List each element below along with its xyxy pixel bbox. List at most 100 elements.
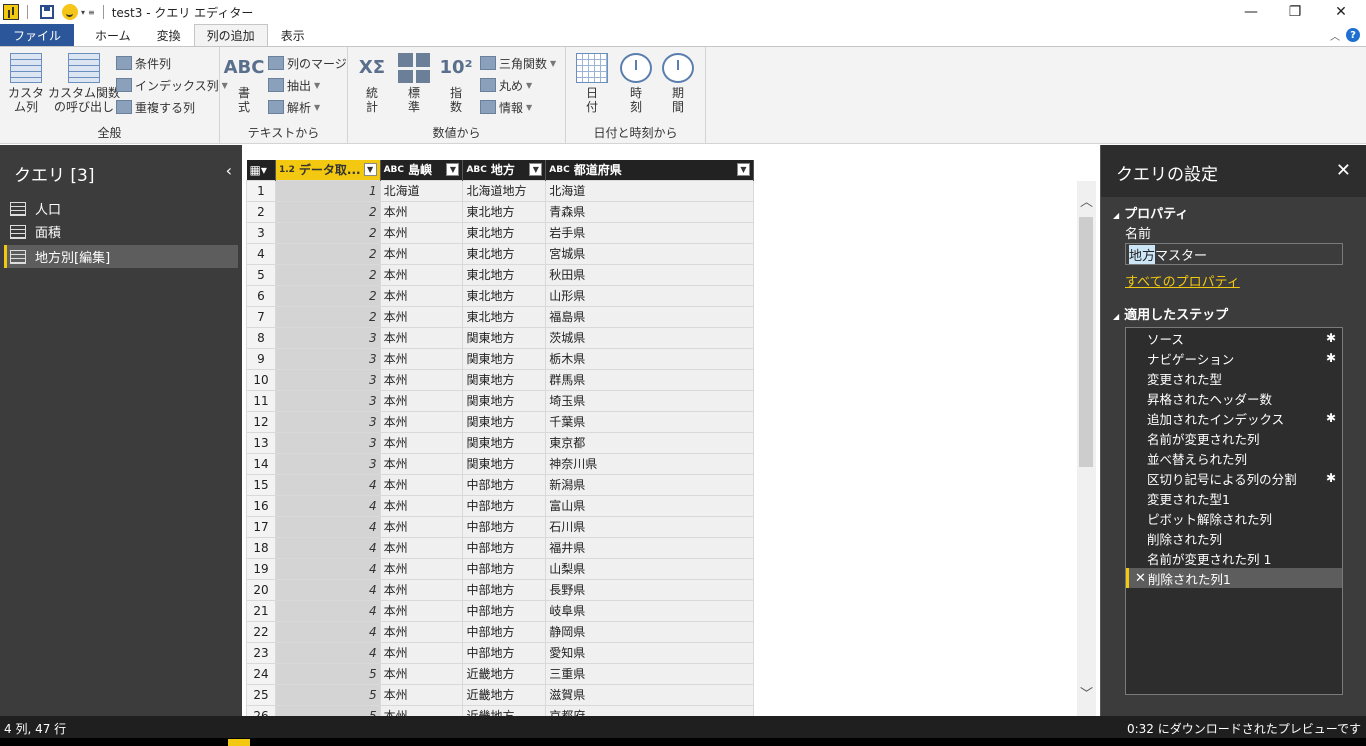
filter-dropdown-icon[interactable]: ▼: [363, 163, 377, 177]
row-number[interactable]: 25: [246, 683, 276, 706]
applied-step[interactable]: 名前が変更された列: [1126, 428, 1342, 448]
cell-data[interactable]: 2: [274, 284, 381, 307]
row-number[interactable]: 14: [246, 452, 276, 475]
table-row[interactable]: 17 4 本州 中部地方 石川県: [246, 515, 754, 538]
help-icon[interactable]: ?: [1346, 28, 1360, 42]
row-number[interactable]: 2: [246, 200, 276, 223]
scroll-up-icon[interactable]: ︿: [1080, 191, 1093, 210]
table-row[interactable]: 2 2 本州 東北地方 青森県: [246, 200, 754, 223]
cell-data[interactable]: 5: [274, 662, 381, 685]
cell-island[interactable]: 本州: [379, 242, 464, 265]
cell-data[interactable]: 3: [274, 452, 381, 475]
tab-home[interactable]: ホーム: [82, 24, 144, 46]
cell-region[interactable]: 関東地方: [462, 347, 547, 370]
applied-step[interactable]: ✕ 削除された列1: [1126, 568, 1342, 588]
cell-prefecture[interactable]: 三重県: [545, 662, 754, 685]
chevron-down-icon[interactable]: ▾: [81, 8, 85, 17]
scrollbar-thumb[interactable]: [1079, 217, 1093, 467]
cell-region[interactable]: 東北地方: [462, 263, 547, 286]
cell-island[interactable]: 北海道: [379, 179, 464, 202]
column-header-region[interactable]: ABC 地方 ▼: [462, 160, 547, 180]
row-number[interactable]: 5: [246, 263, 276, 286]
table-row[interactable]: 4 2 本州 東北地方 宮城県: [246, 242, 754, 265]
row-number[interactable]: 9: [246, 347, 276, 370]
row-number[interactable]: 13: [246, 431, 276, 454]
cell-data[interactable]: 4: [274, 578, 381, 601]
row-number[interactable]: 21: [246, 599, 276, 622]
cell-prefecture[interactable]: 山形県: [545, 284, 754, 307]
cell-region[interactable]: 中部地方: [462, 578, 547, 601]
collapse-pane-icon[interactable]: ‹: [226, 161, 232, 180]
cell-prefecture[interactable]: 千葉県: [545, 410, 754, 433]
row-number[interactable]: 20: [246, 578, 276, 601]
scientific-button[interactable]: 10² 指 数: [440, 53, 473, 115]
cell-island[interactable]: 本州: [379, 557, 464, 580]
cell-data[interactable]: 4: [274, 557, 381, 580]
cell-prefecture[interactable]: 福島県: [545, 305, 754, 328]
cell-prefecture[interactable]: 石川県: [545, 515, 754, 538]
applied-step[interactable]: 名前が変更された列 1: [1126, 548, 1342, 568]
cell-island[interactable]: 本州: [379, 599, 464, 622]
table-row[interactable]: 5 2 本州 東北地方 秋田県: [246, 263, 754, 286]
applied-step[interactable]: ピボット解除された列: [1126, 508, 1342, 528]
cell-data[interactable]: 3: [274, 431, 381, 454]
save-icon[interactable]: [40, 5, 54, 19]
collapse-ribbon-icon[interactable]: ︿: [1330, 28, 1340, 43]
row-number[interactable]: 8: [246, 326, 276, 349]
cell-data[interactable]: 3: [274, 368, 381, 391]
cell-region[interactable]: 関東地方: [462, 431, 547, 454]
cell-data[interactable]: 1: [274, 179, 381, 202]
cell-data[interactable]: 4: [274, 641, 381, 664]
taskbar-app-indicator[interactable]: [228, 739, 250, 746]
applied-step[interactable]: 変更された型1: [1126, 488, 1342, 508]
cell-island[interactable]: 本州: [379, 263, 464, 286]
conditional-column-button[interactable]: 条件列: [116, 53, 171, 73]
applied-step[interactable]: ソース ✱: [1126, 328, 1342, 348]
table-row[interactable]: 26 5 本州 近畿地方 京都府: [246, 704, 754, 716]
cell-island[interactable]: 本州: [379, 578, 464, 601]
cell-data[interactable]: 5: [274, 704, 381, 716]
cell-region[interactable]: 関東地方: [462, 452, 547, 475]
cell-prefecture[interactable]: 富山県: [545, 494, 754, 517]
row-number[interactable]: 18: [246, 536, 276, 559]
cell-prefecture[interactable]: 神奈川県: [545, 452, 754, 475]
column-header-prefecture[interactable]: ABC 都道府県 ▼: [545, 160, 754, 180]
query-name-input[interactable]: 地方 マスター: [1125, 243, 1343, 265]
cell-prefecture[interactable]: 宮城県: [545, 242, 754, 265]
scroll-down-icon[interactable]: ﹀: [1080, 683, 1093, 702]
cell-region[interactable]: 関東地方: [462, 410, 547, 433]
cell-region[interactable]: 北海道地方: [462, 179, 547, 202]
query-item-population[interactable]: 人口: [4, 197, 238, 220]
cell-region[interactable]: 中部地方: [462, 599, 547, 622]
tab-file[interactable]: ファイル: [0, 24, 75, 46]
cell-region[interactable]: 東北地方: [462, 242, 547, 265]
cell-prefecture[interactable]: 埼玉県: [545, 389, 754, 412]
cell-prefecture[interactable]: 青森県: [545, 200, 754, 223]
cell-island[interactable]: 本州: [379, 347, 464, 370]
cell-prefecture[interactable]: 北海道: [545, 179, 754, 202]
duplicate-column-button[interactable]: 重複する列: [116, 97, 195, 117]
row-number[interactable]: 22: [246, 620, 276, 643]
cell-data[interactable]: 4: [274, 494, 381, 517]
cell-island[interactable]: 本州: [379, 368, 464, 391]
rounding-button[interactable]: 丸め ▼: [480, 75, 532, 95]
restore-button[interactable]: ❐: [1272, 0, 1318, 24]
minimize-button[interactable]: —: [1228, 0, 1274, 24]
cell-prefecture[interactable]: 群馬県: [545, 368, 754, 391]
custom-column-button[interactable]: カスタ ム列: [8, 53, 44, 114]
cell-region[interactable]: 東北地方: [462, 221, 547, 244]
row-number[interactable]: 12: [246, 410, 276, 433]
row-number[interactable]: 1: [246, 179, 276, 202]
column-header-data[interactable]: 1.2 データ取... ▼: [275, 160, 381, 180]
cell-region[interactable]: 中部地方: [462, 494, 547, 517]
row-number[interactable]: 3: [246, 221, 276, 244]
cell-region[interactable]: 関東地方: [462, 368, 547, 391]
statistics-button[interactable]: XΣ 統 計: [356, 53, 388, 115]
row-number[interactable]: 19: [246, 557, 276, 580]
cell-data[interactable]: 3: [274, 410, 381, 433]
cell-region[interactable]: 中部地方: [462, 473, 547, 496]
cell-prefecture[interactable]: 愛知県: [545, 641, 754, 664]
tab-view[interactable]: 表示: [268, 24, 318, 46]
applied-step[interactable]: 追加されたインデックス ✱: [1126, 408, 1342, 428]
applied-step[interactable]: ナビゲーション ✱: [1126, 348, 1342, 368]
